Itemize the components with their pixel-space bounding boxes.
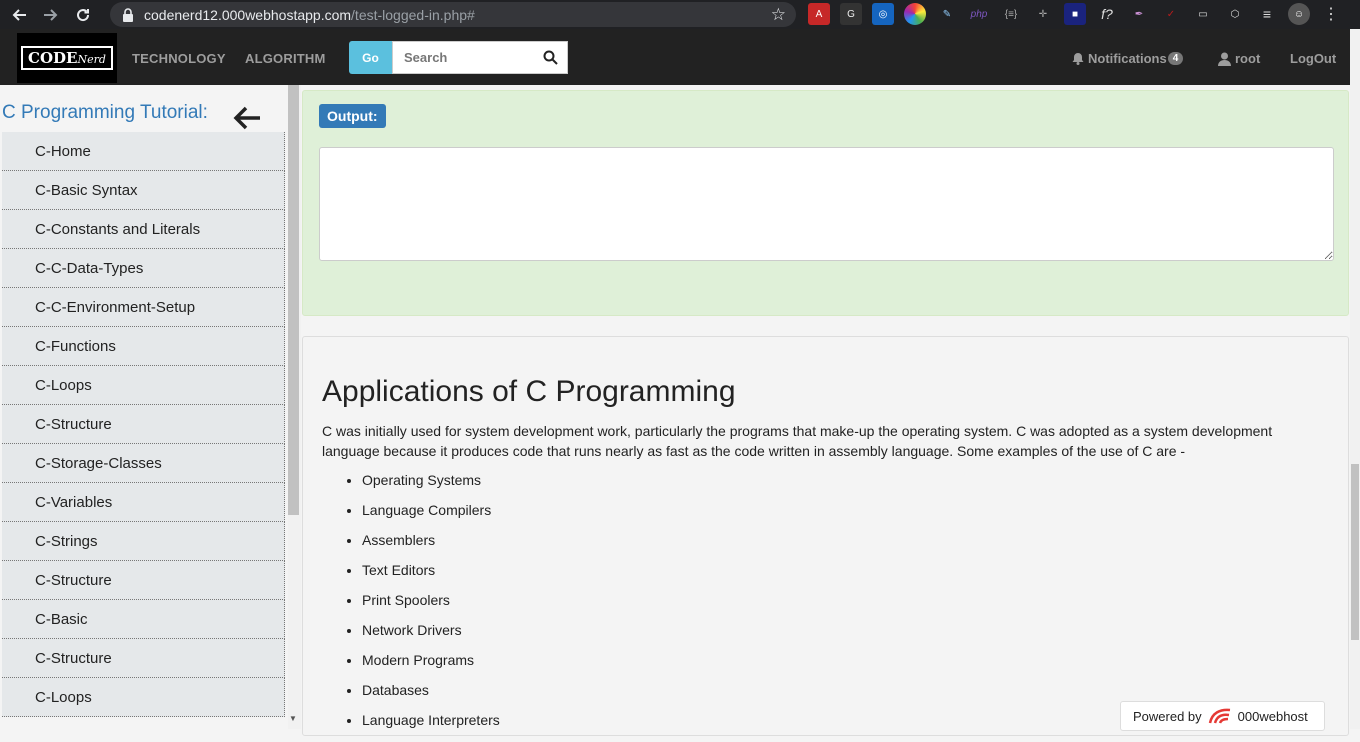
address-bar[interactable]: codenerd12.000webhostapp.com/test-logged… [110,2,796,27]
sidebar-item[interactable]: C-Basic Syntax [2,171,285,210]
sidebar-title: C Programming Tutorial: [2,102,208,123]
logout-link[interactable]: LogOut [1290,51,1336,66]
search-icon[interactable] [543,50,558,65]
applications-list: Operating Systems Language Compilers Ass… [362,472,500,742]
site-navbar: CODENerd TECHNOLOGY ALGORITHM Go Notific… [0,29,1350,85]
logo-script: Nerd [77,53,106,66]
sidebar-item[interactable]: C-Functions [2,327,285,366]
nav-algorithm[interactable]: ALGORITHM [245,51,326,66]
sidebar-item[interactable]: C-Basic [2,600,285,639]
output-label: Output: [319,104,386,128]
check-extension-icon[interactable]: ✓ [1160,3,1182,25]
list-item: Operating Systems [362,472,500,502]
page-scrollbar-thumb[interactable] [1351,464,1359,640]
sidebar-list: C-Home C-Basic Syntax C-Constants and Li… [2,132,285,717]
sidebar-item[interactable]: C-Constants and Literals [2,210,285,249]
sidebar-item[interactable]: C-Home [2,132,285,171]
sidebar-item[interactable]: C-Loops [2,678,285,717]
php-extension-icon[interactable]: php [968,3,990,25]
bookmark-star-icon[interactable]: ☆ [771,5,786,25]
ruler-extension-icon[interactable]: ✛ [1032,3,1054,25]
color-picker-extension-icon[interactable] [904,3,926,25]
list-item: Databases [362,682,500,712]
notifications-badge: 4 [1167,52,1184,65]
sidebar-item[interactable]: C-Structure [2,639,285,678]
list-item: Print Spoolers [362,592,500,622]
notifications-label: Notifications [1088,51,1167,66]
back-arrow-icon[interactable] [6,2,32,28]
webhost-logo-icon [1208,708,1230,724]
square-extension-icon[interactable]: ■ [1064,3,1086,25]
article-paragraph: C was initially used for system developm… [322,423,1273,459]
url-host: codenerd12.000webhostapp.com [144,6,352,23]
cube-extension-icon[interactable]: ⬡ [1224,3,1246,25]
menu-kebab-icon[interactable]: ⋮ [1320,3,1342,25]
user-icon [1218,52,1231,66]
powered-by-label: Powered by [1133,708,1202,724]
bell-icon [1072,53,1084,65]
sidebar-item[interactable]: C-Storage-Classes [2,444,285,483]
reload-icon[interactable] [70,2,96,28]
powered-by-badge[interactable]: Powered by 000webhost [1120,701,1325,731]
window-extension-icon[interactable]: ▭ [1192,3,1214,25]
formula-extension-icon[interactable]: f? [1096,3,1118,25]
browser-toolbar: codenerd12.000webhostapp.com/test-logged… [0,0,1360,29]
json-extension-icon[interactable]: {≡} [1000,3,1022,25]
search-input[interactable] [404,50,534,65]
list-item: Modern Programs [362,652,500,682]
list-item: Language Compilers [362,502,500,532]
list-item: Text Editors [362,562,500,592]
nav-technology[interactable]: TECHNOLOGY [132,51,226,66]
extensions-bar: A G ◎ ✎ php {≡} ✛ ■ f? ✒ ✓ ▭ ⬡ ≡ ☺ ⋮ [808,3,1352,25]
feather-extension-icon[interactable]: ✒ [1128,3,1150,25]
article-heading: Applications of C Programming [322,375,736,408]
search-field [392,41,568,74]
output-panel: Output: [302,90,1349,316]
article-panel: Applications of C Programming C was init… [302,336,1349,736]
url-path: /test-logged-in.php# [351,6,475,23]
sidebar-scrollbar-thumb[interactable] [288,85,299,515]
sidebar-item[interactable]: C-Structure [2,561,285,600]
tutorial-sidebar: C Programming Tutorial: C-Home C-Basic S… [0,85,288,729]
site-logo[interactable]: CODENerd [17,33,117,83]
gnome-extension-icon[interactable]: G [840,3,862,25]
sidebar-item[interactable]: C-Structure [2,405,285,444]
profile-avatar-icon[interactable]: ☺ [1288,3,1310,25]
user-label: root [1235,51,1261,66]
go-button[interactable]: Go [349,41,392,74]
output-textarea[interactable] [319,147,1334,261]
list-item: Assemblers [362,532,500,562]
media-queue-icon[interactable]: ≡ [1256,3,1278,25]
scroll-down-arrow-icon[interactable]: ▼ [289,714,297,723]
logo-text: CODE [28,49,78,67]
user-link[interactable]: root [1218,51,1260,66]
forward-arrow-icon[interactable] [38,2,64,28]
sidebar-item[interactable]: C-Variables [2,483,285,522]
list-item: Network Drivers [362,622,500,652]
sidebar-item[interactable]: C-Strings [2,522,285,561]
shield-extension-icon[interactable]: ◎ [872,3,894,25]
powered-by-brand: 000webhost [1237,708,1308,724]
lock-icon [123,7,133,22]
collapse-arrow-icon[interactable] [232,105,262,131]
list-item: Language Interpreters [362,712,500,742]
notifications-link[interactable]: Notifications 4 [1072,51,1184,66]
pen-extension-icon[interactable]: ✎ [936,3,958,25]
sidebar-item[interactable]: C-Loops [2,366,285,405]
sidebar-item[interactable]: C-C-Data-Types [2,249,285,288]
sidebar-item[interactable]: C-C-Environment-Setup [2,288,285,327]
pdf-extension-icon[interactable]: A [808,3,830,25]
